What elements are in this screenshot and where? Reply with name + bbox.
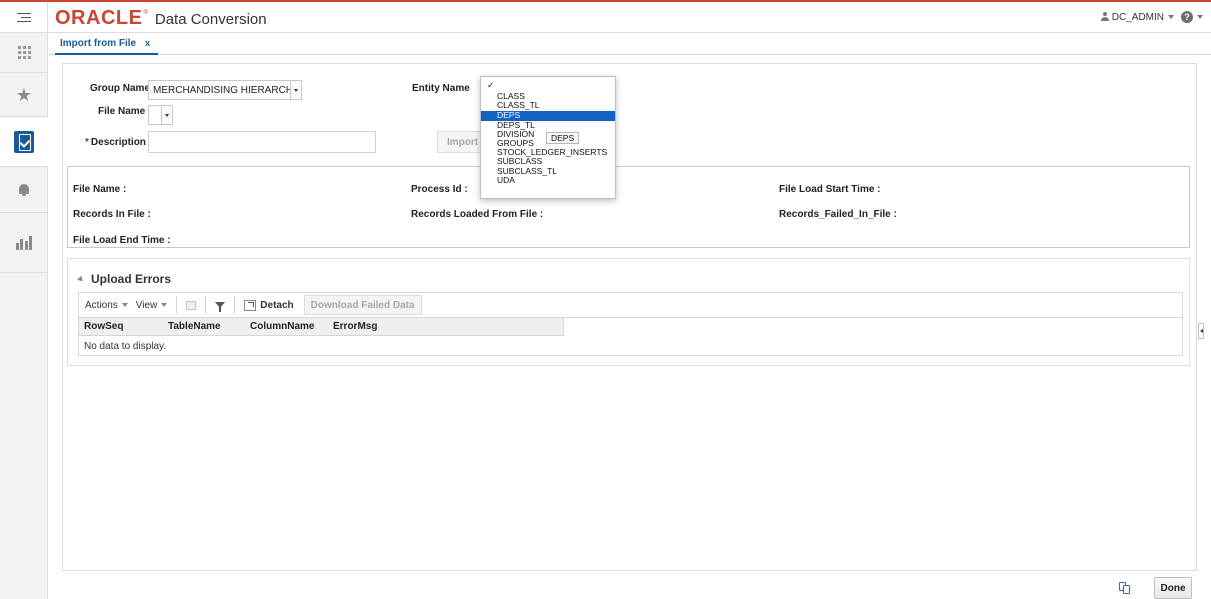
- errors-toolbar: Actions View Detach Download Failed Data: [78, 292, 1183, 318]
- copy-icon[interactable]: [1119, 582, 1132, 594]
- entity-name-label: Entity Name: [412, 83, 470, 94]
- detach-icon: [244, 299, 257, 311]
- actions-menu[interactable]: Actions: [79, 293, 134, 317]
- freeze-button[interactable]: [180, 293, 202, 317]
- records-in-file-label: Records In File :: [73, 209, 151, 220]
- bell-icon: [18, 183, 30, 197]
- chevron-down-icon: [121, 303, 128, 307]
- chevron-down-icon: [161, 303, 168, 307]
- filter-icon: [215, 302, 226, 312]
- dropdown-option-class-tl[interactable]: CLASS_TL: [481, 100, 615, 110]
- tab-import-from-file[interactable]: Import from File x: [55, 33, 159, 55]
- description-label: * Description: [85, 137, 146, 148]
- group-name-value: MERCHANDISING HIERARCHY: [153, 84, 300, 96]
- collapse-icon[interactable]: [77, 275, 85, 283]
- group-name-select[interactable]: MERCHANDISING HIERARCHY: [148, 80, 302, 100]
- user-icon: [1100, 12, 1110, 22]
- tasks-icon: [14, 130, 34, 153]
- logo-text: ORACLE: [55, 7, 143, 29]
- top-bar: ORACLE ® Data Conversion DC_ADMIN ?: [0, 0, 1211, 33]
- column-header-errormsg[interactable]: ErrorMsg: [328, 318, 377, 336]
- file-load-end-time-label: File Load End Time :: [73, 235, 171, 246]
- chevron-down-icon: [290, 81, 301, 99]
- sidebar-item-reports[interactable]: [0, 213, 48, 273]
- sidebar-item-favorites[interactable]: ★: [0, 73, 48, 117]
- sidebar-item-tasks[interactable]: [0, 117, 48, 167]
- file-name-info-label: File Name :: [73, 184, 127, 195]
- detach-button[interactable]: Detach: [238, 293, 299, 317]
- errors-table: RowSeq TableName ColumnName ErrorMsg No …: [78, 318, 1183, 356]
- chevron-down-icon: [161, 106, 172, 124]
- sidebar-item-apps[interactable]: [0, 33, 48, 73]
- file-load-start-time-label: File Load Start Time :: [779, 184, 881, 195]
- group-name-label: Group Name: [90, 83, 151, 94]
- tab-strip: Import from File x: [49, 33, 1211, 55]
- empty-table-message: No data to display.: [84, 341, 167, 352]
- tab-label: Import from File: [60, 37, 137, 49]
- close-icon[interactable]: x: [145, 38, 150, 48]
- done-button[interactable]: Done: [1154, 577, 1192, 599]
- upload-errors-title: Upload Errors: [91, 272, 172, 286]
- navigator-menu-icon[interactable]: [0, 2, 48, 33]
- query-by-example-button[interactable]: [209, 293, 231, 317]
- freeze-icon: [186, 300, 197, 310]
- upload-errors-section: Upload Errors Actions View Detach Downlo…: [67, 258, 1190, 366]
- description-input[interactable]: [148, 131, 376, 153]
- column-header-tablename[interactable]: TableName: [163, 318, 221, 336]
- column-header-columnname[interactable]: ColumnName: [245, 318, 314, 336]
- errors-table-header: RowSeq TableName ColumnName ErrorMsg: [79, 318, 564, 336]
- expand-panel-handle[interactable]: [1198, 323, 1204, 339]
- download-failed-data-button[interactable]: Download Failed Data: [303, 295, 422, 315]
- file-info-box: File Name : Process Id : File Load Start…: [67, 166, 1190, 248]
- required-mark: *: [85, 137, 89, 148]
- column-header-rowseq[interactable]: RowSeq: [79, 318, 123, 336]
- user-menu[interactable]: DC_ADMIN ?: [1100, 11, 1203, 23]
- file-name-label: File Name: [98, 106, 146, 117]
- check-icon: ✓: [487, 80, 495, 90]
- chevron-left-icon: [1199, 329, 1203, 333]
- chevron-down-icon: [1168, 15, 1174, 19]
- file-name-select[interactable]: [148, 105, 173, 125]
- oracle-logo: ORACLE ® Data Conversion: [55, 7, 267, 29]
- process-id-label: Process Id :: [411, 184, 468, 195]
- records-failed-label: Records_Failed_In_File :: [779, 209, 897, 220]
- records-loaded-label: Records Loaded From File :: [411, 209, 544, 220]
- grid-icon: [17, 46, 31, 59]
- hover-tooltip: DEPS: [546, 132, 580, 144]
- chevron-down-icon[interactable]: [1197, 15, 1203, 19]
- help-icon[interactable]: ?: [1181, 11, 1193, 23]
- view-menu[interactable]: View: [134, 293, 174, 317]
- sidebar: ★: [0, 33, 48, 599]
- import-data-button[interactable]: Import Data: [437, 131, 481, 153]
- upload-errors-header[interactable]: Upload Errors: [77, 272, 172, 286]
- star-icon: ★: [15, 84, 33, 105]
- dropdown-option-uda[interactable]: UDA: [481, 175, 615, 185]
- app-title: Data Conversion: [154, 11, 267, 28]
- bar-chart-icon: [15, 235, 33, 250]
- import-panel: Group Name MERCHANDISING HIERARCHY File …: [62, 63, 1197, 571]
- sidebar-item-notifications[interactable]: [0, 167, 48, 213]
- user-name: DC_ADMIN: [1111, 11, 1164, 23]
